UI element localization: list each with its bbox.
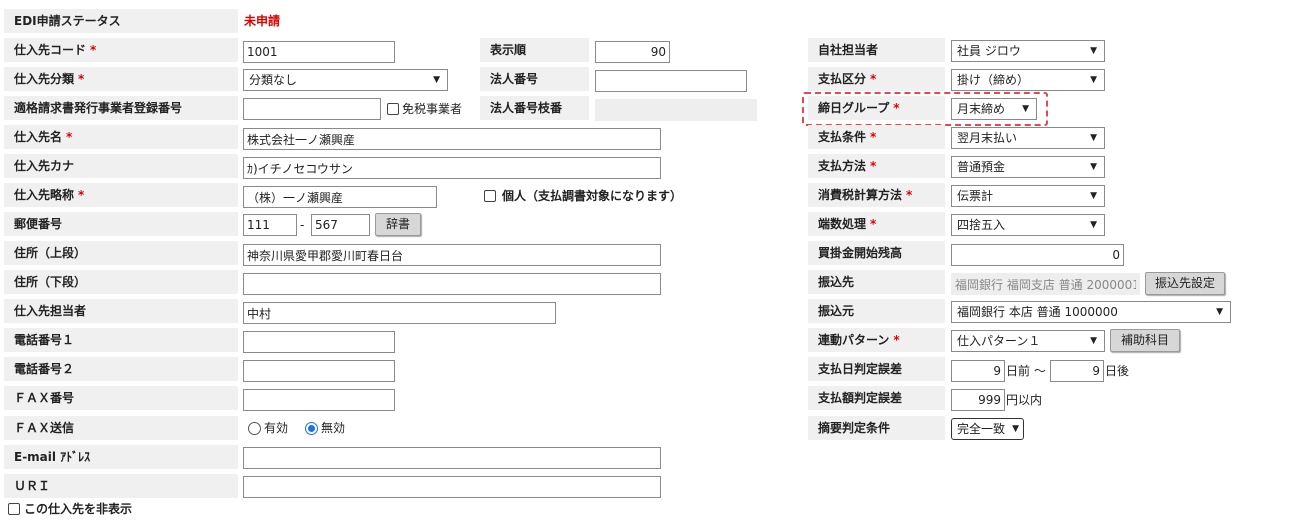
label-payment-amount-tolerance: 支払額判定誤差 xyxy=(808,386,945,410)
chevron-down-icon: ▼ xyxy=(1090,191,1097,201)
url-input[interactable] xyxy=(243,476,661,498)
fax-send-enabled-radio[interactable] xyxy=(248,422,261,435)
supplier-class-select[interactable]: 分類なし ▼ xyxy=(243,69,448,91)
chevron-down-icon: ▼ xyxy=(1090,220,1097,230)
label-transfer-from: 振込元 xyxy=(808,299,945,323)
postal-separator: - xyxy=(300,218,305,232)
label-staff: 自社担当者 xyxy=(808,38,945,62)
tax-exempt-label: 免税事業者 xyxy=(402,102,463,116)
postal-code-2-input[interactable] xyxy=(311,214,370,236)
link-pattern-select[interactable]: 仕入パターン１ ▼ xyxy=(951,330,1105,352)
sub-account-button[interactable]: 補助科目 xyxy=(1110,329,1180,352)
label-address-1: 住所（上段） xyxy=(4,241,238,265)
label-fax-number: ＦＡＸ番号 xyxy=(4,386,238,410)
edi-status-value: 未申請 xyxy=(244,14,281,28)
individual-label: 個人（支払調書対象になります） xyxy=(502,189,683,203)
phone-1-input[interactable] xyxy=(243,331,395,353)
label-tax-calc-method: 消費税計算方法 * xyxy=(808,183,945,207)
closing-group-highlight xyxy=(802,92,1048,126)
label-link-pattern: 連動パターン * xyxy=(808,328,945,352)
payment-amount-unit: 円以内 xyxy=(1006,393,1043,407)
phone-2-input[interactable] xyxy=(243,360,395,382)
label-invoice-registration: 適格請求書発行事業者登録番号 xyxy=(4,96,238,120)
supplier-code-input[interactable] xyxy=(243,41,395,63)
transfer-to-input xyxy=(951,273,1140,295)
fax-number-input[interactable] xyxy=(243,389,395,411)
supplier-short-name-input[interactable] xyxy=(243,186,437,208)
hide-supplier-label: この仕入先を非表示 xyxy=(24,502,133,516)
label-fax-send: ＦＡＸ送信 xyxy=(4,416,238,440)
chevron-down-icon: ▼ xyxy=(1012,424,1019,434)
label-payment-date-tolerance: 支払日判定誤差 xyxy=(808,357,945,381)
label-supplier-code: 仕入先コード * xyxy=(4,38,238,62)
chevron-down-icon: ▼ xyxy=(1090,336,1097,346)
payment-date-before-input[interactable] xyxy=(951,360,1005,382)
hide-supplier-checkbox[interactable] xyxy=(8,503,20,515)
chevron-down-icon: ▼ xyxy=(1090,133,1097,143)
label-supplier-name: 仕入先名 * xyxy=(4,125,238,149)
payment-date-after-input[interactable] xyxy=(1050,360,1104,382)
transfer-from-select[interactable]: 福岡銀行 本店 普通 1000000 ▼ xyxy=(951,301,1231,323)
label-supplier-contact: 仕入先担当者 xyxy=(4,299,238,323)
label-display-order: 表示順 xyxy=(480,38,589,62)
fax-send-disabled-radio[interactable] xyxy=(305,422,318,435)
payment-amount-tolerance-input[interactable] xyxy=(951,389,1005,411)
label-payment-terms: 支払条件 * xyxy=(808,125,945,149)
supplier-name-input[interactable] xyxy=(243,128,661,150)
tax-exempt-checkbox[interactable] xyxy=(387,103,399,115)
display-order-input[interactable] xyxy=(595,41,670,63)
chevron-down-icon: ▼ xyxy=(1216,307,1223,317)
label-rounding: 端数処理 * xyxy=(808,212,945,236)
rounding-select[interactable]: 四捨五入 ▼ xyxy=(951,214,1105,236)
label-supplier-class: 仕入先分類 * xyxy=(4,67,238,91)
label-supplier-short-name: 仕入先略称 * xyxy=(4,183,238,207)
payment-method-select[interactable]: 普通預金 ▼ xyxy=(951,156,1105,178)
email-input[interactable] xyxy=(243,447,661,469)
chevron-down-icon: ▼ xyxy=(1090,162,1097,172)
address-2-input[interactable] xyxy=(243,273,661,295)
individual-checkbox[interactable] xyxy=(484,190,496,202)
label-corporate-number: 法人番号 xyxy=(480,67,589,91)
payment-date-after-unit: 日後 xyxy=(1105,364,1130,378)
payment-class-select[interactable]: 掛け（締め） ▼ xyxy=(951,69,1105,91)
label-phone-1: 電話番号１ xyxy=(4,328,238,352)
label-postal-code: 郵便番号 xyxy=(4,212,238,236)
label-address-2: 住所（下段） xyxy=(4,270,238,294)
label-url: ＵＲＩ xyxy=(4,474,238,498)
chevron-down-icon: ▼ xyxy=(1090,75,1097,85)
label-corporate-number-branch: 法人番号枝番 xyxy=(480,96,589,120)
label-transfer-to: 振込先 xyxy=(808,270,945,294)
fax-send-disabled-label: 無効 xyxy=(321,421,346,435)
fax-send-enabled-label: 有効 xyxy=(264,421,289,435)
label-opening-balance: 買掛金開始残高 xyxy=(808,241,945,265)
label-email: E-mail ｱﾄﾞﾚｽ xyxy=(4,445,238,469)
postal-code-1-input[interactable] xyxy=(243,214,297,236)
corporate-number-branch-input xyxy=(595,99,757,121)
opening-balance-input[interactable] xyxy=(951,244,1124,266)
payment-terms-select[interactable]: 翌月末払い ▼ xyxy=(951,127,1105,149)
staff-select[interactable]: 社員 ジロウ ▼ xyxy=(951,40,1105,62)
summary-condition-select[interactable]: 完全一致 ▼ xyxy=(951,418,1024,440)
label-summary-condition: 摘要判定条件 xyxy=(808,416,945,440)
tax-calc-method-select[interactable]: 伝票計 ▼ xyxy=(951,185,1105,207)
payment-date-before-unit: 日前 ～ xyxy=(1006,364,1046,378)
supplier-kana-input[interactable] xyxy=(243,157,661,179)
label-phone-2: 電話番号２ xyxy=(4,357,238,381)
label-edi-status: EDI申請ステータス xyxy=(4,9,238,33)
chevron-down-icon: ▼ xyxy=(1090,46,1097,56)
transfer-settings-button[interactable]: 振込先設定 xyxy=(1145,272,1225,295)
label-payment-method: 支払方法 * xyxy=(808,154,945,178)
invoice-registration-input[interactable] xyxy=(243,98,381,120)
address-1-input[interactable] xyxy=(243,244,661,266)
corporate-number-input[interactable] xyxy=(595,70,747,92)
chevron-down-icon: ▼ xyxy=(433,75,440,85)
dictionary-button[interactable]: 辞書 xyxy=(375,213,421,236)
supplier-contact-input[interactable] xyxy=(243,302,556,324)
label-supplier-kana: 仕入先カナ xyxy=(4,154,238,178)
label-payment-class: 支払区分 * xyxy=(808,67,945,91)
